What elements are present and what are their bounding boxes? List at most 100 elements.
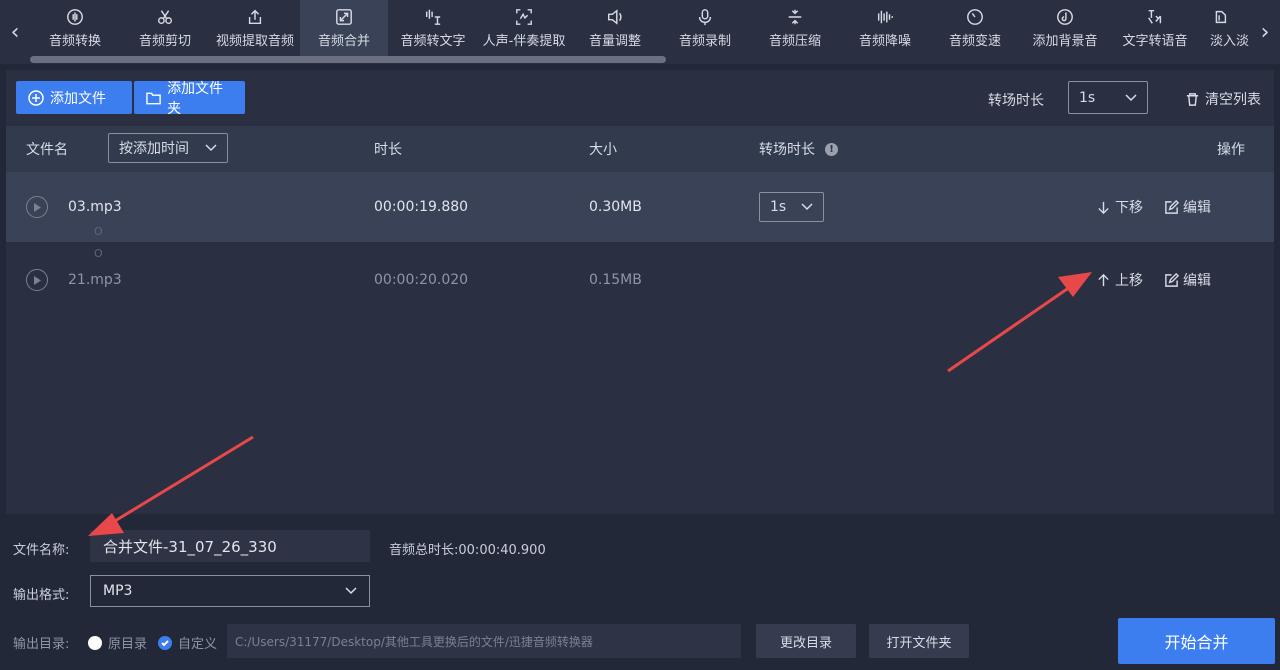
scroll-right-button[interactable]: › bbox=[1250, 0, 1280, 64]
tool-denoise[interactable]: 音频降噪 bbox=[840, 0, 930, 56]
chevron-down-icon bbox=[345, 587, 357, 595]
info-icon[interactable]: ! bbox=[825, 142, 838, 156]
audio-wave-icon bbox=[65, 7, 85, 27]
sort-select[interactable]: 按添加时间 bbox=[108, 133, 228, 163]
music-note-icon bbox=[1055, 7, 1075, 27]
edit-label: 编辑 bbox=[1183, 273, 1211, 289]
move-up-button[interactable]: 上移 bbox=[1096, 270, 1143, 290]
chevron-down-icon bbox=[1125, 93, 1137, 101]
tool-label: 音频变速 bbox=[948, 34, 1001, 49]
tool-fade[interactable]: 淡入淡 bbox=[1200, 0, 1254, 56]
play-button[interactable] bbox=[26, 269, 48, 291]
chevron-down-icon bbox=[205, 144, 217, 152]
tool-label: 淡入淡 bbox=[1210, 34, 1250, 49]
top-toolbar: ‹ 音频转换 音频剪切 视频提取音频 音频合并 音频转文字 人声-伴奏提取 音量… bbox=[0, 0, 1280, 64]
plus-circle-icon bbox=[28, 89, 44, 106]
move-up-label: 上移 bbox=[1115, 273, 1143, 289]
row-transition-value: 1s bbox=[770, 199, 787, 215]
row-transition-select[interactable]: 1s bbox=[759, 192, 824, 222]
tool-speed[interactable]: 音频变速 bbox=[930, 0, 1020, 56]
tool-record[interactable]: 音频录制 bbox=[660, 0, 750, 56]
sort-select-value: 按添加时间 bbox=[119, 141, 189, 157]
change-dir-button[interactable]: 更改目录 bbox=[756, 624, 856, 658]
tool-audio-to-text[interactable]: 音频转文字 bbox=[388, 0, 478, 56]
fade-icon bbox=[1210, 7, 1230, 27]
output-path-input[interactable]: C:/Users/31177/Desktop/其他工具更换后的文件/迅捷音频转换… bbox=[227, 624, 741, 658]
file-size: 0.30MB bbox=[589, 199, 642, 215]
scissors-icon bbox=[155, 7, 175, 27]
play-icon bbox=[34, 202, 41, 212]
tool-video-extract[interactable]: 视频提取音频 bbox=[210, 0, 300, 56]
start-merge-button[interactable]: 开始合并 bbox=[1118, 618, 1275, 664]
format-label: 输出格式: bbox=[13, 588, 70, 603]
denoise-icon bbox=[875, 7, 895, 27]
microphone-icon bbox=[695, 7, 715, 27]
clear-list-label: 清空列表 bbox=[1205, 92, 1261, 108]
format-select[interactable]: MP3 bbox=[90, 575, 370, 607]
col-transition-header: 转场时长 ! bbox=[759, 126, 838, 172]
tool-label: 音频转文字 bbox=[400, 34, 466, 49]
tool-label: 音频录制 bbox=[678, 34, 731, 49]
tool-label: 添加背景音 bbox=[1032, 34, 1098, 49]
table-row[interactable]: 03.mp3 00:00:19.880 0.30MB 1s 下移 编辑 bbox=[6, 172, 1274, 242]
tool-tts[interactable]: 文字转语音 bbox=[1110, 0, 1200, 56]
tool-volume[interactable]: 音量调整 bbox=[570, 0, 660, 56]
speech-text-icon bbox=[423, 7, 443, 27]
radio-original-dir[interactable]: 原目录 bbox=[88, 633, 147, 652]
tool-audio-cut[interactable]: 音频剪切 bbox=[120, 0, 210, 56]
edit-label: 编辑 bbox=[1183, 200, 1211, 216]
radio-custom-dir[interactable]: 自定义 bbox=[158, 633, 217, 652]
play-button[interactable] bbox=[26, 196, 48, 218]
edit-button[interactable]: 编辑 bbox=[1164, 197, 1211, 217]
radio-custom-label: 自定义 bbox=[178, 637, 218, 652]
col-size-header: 大小 bbox=[589, 142, 617, 158]
arrow-up-icon bbox=[1098, 273, 1109, 286]
add-file-button[interactable]: 添加文件 bbox=[16, 81, 132, 114]
filename-label: 文件名称: bbox=[13, 543, 70, 558]
tool-audio-convert[interactable]: 音频转换 bbox=[30, 0, 120, 56]
clear-list-button[interactable]: 清空列表 bbox=[1185, 89, 1261, 109]
add-folder-label: 添加文件夹 bbox=[167, 80, 224, 117]
col-name-header: 文件名 bbox=[26, 142, 68, 158]
edit-icon bbox=[1165, 199, 1179, 214]
format-value: MP3 bbox=[103, 583, 133, 599]
edit-button[interactable]: 编辑 bbox=[1164, 270, 1211, 290]
col-ops-header: 操作 bbox=[1217, 142, 1245, 158]
tool-label: 音量调整 bbox=[588, 34, 641, 49]
tool-label: 音频压缩 bbox=[768, 34, 821, 49]
merge-icon bbox=[334, 7, 354, 27]
radio-original-label: 原目录 bbox=[108, 637, 148, 652]
toolbar-scrollbar[interactable] bbox=[30, 56, 666, 63]
output-path-value: C:/Users/31177/Desktop/其他工具更换后的文件/迅捷音频转换… bbox=[235, 634, 593, 649]
move-down-button[interactable]: 下移 bbox=[1096, 197, 1143, 217]
file-name: 21.mp3 bbox=[68, 272, 122, 288]
filename-input[interactable]: 合并文件-31_07_26_330 bbox=[90, 530, 370, 562]
file-duration: 00:00:20.020 bbox=[374, 272, 469, 288]
tool-label: 文字转语音 bbox=[1122, 34, 1188, 49]
scroll-left-button[interactable]: ‹ bbox=[0, 0, 30, 64]
col-duration-header: 时长 bbox=[374, 142, 402, 158]
total-duration-label: 音频总时长:00:00:40.900 bbox=[389, 539, 546, 558]
radio-checked-icon bbox=[158, 635, 172, 650]
transition-select[interactable]: 1s bbox=[1068, 81, 1148, 114]
tool-bg-music[interactable]: 添加背景音 bbox=[1020, 0, 1110, 56]
compress-icon bbox=[785, 7, 805, 27]
tool-audio-merge[interactable]: 音频合并 bbox=[300, 0, 388, 56]
tool-vocal-extract[interactable]: 人声-伴奏提取 bbox=[478, 0, 570, 56]
total-duration-value: 00:00:40.900 bbox=[458, 543, 546, 558]
add-folder-button[interactable]: 添加文件夹 bbox=[134, 81, 245, 117]
file-duration: 00:00:19.880 bbox=[374, 199, 469, 215]
arrow-down-icon bbox=[1098, 201, 1109, 214]
add-file-label: 添加文件 bbox=[50, 90, 106, 107]
open-folder-button[interactable]: 打开文件夹 bbox=[869, 624, 969, 658]
volume-icon bbox=[605, 7, 625, 27]
tool-label: 人声-伴奏提取 bbox=[482, 34, 566, 49]
edit-icon bbox=[1165, 272, 1179, 287]
table-row[interactable]: 21.mp3 00:00:20.020 0.15MB 上移 编辑 bbox=[6, 245, 1274, 315]
speed-icon bbox=[965, 7, 985, 27]
tool-compress[interactable]: 音频压缩 bbox=[750, 0, 840, 56]
move-down-label: 下移 bbox=[1115, 200, 1143, 216]
transition-label: 转场时长 bbox=[988, 93, 1044, 109]
tool-label: 音频剪切 bbox=[138, 34, 191, 49]
tts-icon bbox=[1145, 7, 1165, 27]
